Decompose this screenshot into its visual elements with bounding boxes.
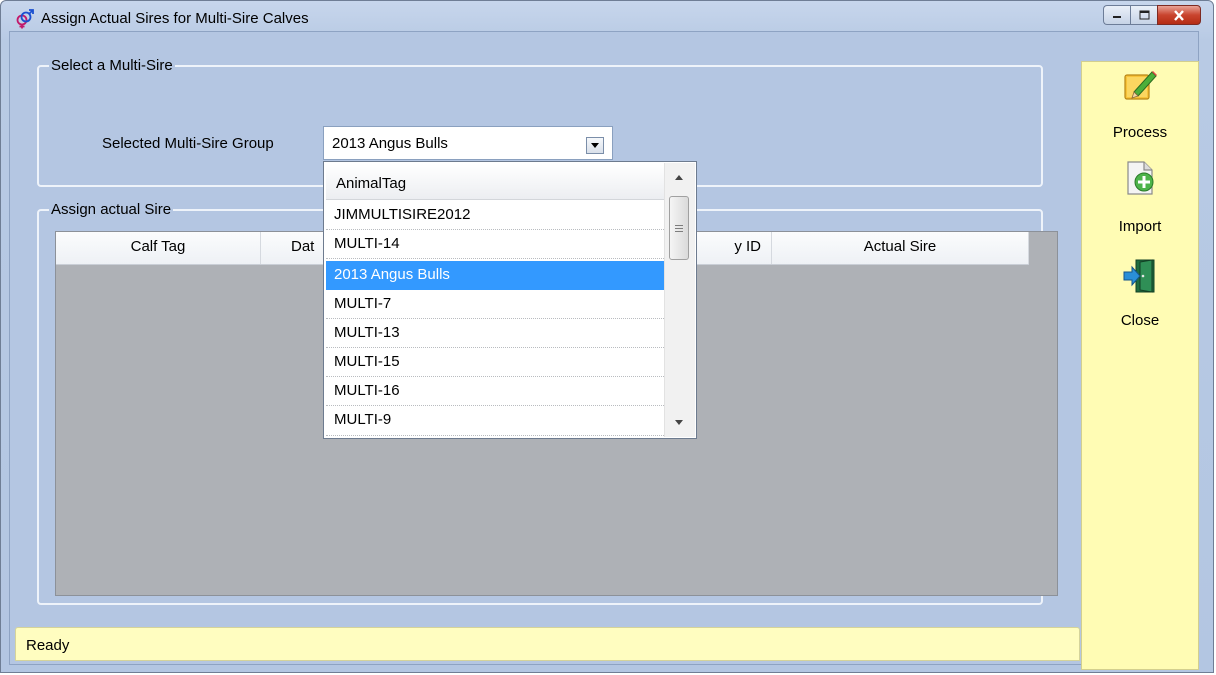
dropdown-item[interactable]: JIMMULTISIRE2012: [326, 201, 664, 230]
close-icon: [1174, 9, 1184, 21]
dropdown-item[interactable]: MULTI-9: [326, 406, 664, 436]
dropdown-item[interactable]: MULTI-7: [326, 290, 664, 319]
column-header-calf-tag[interactable]: Calf Tag: [56, 232, 261, 264]
app-window: Assign Actual Sires for Multi-Sire Calve…: [0, 0, 1214, 673]
add-document-icon: [1127, 161, 1154, 195]
dropdown-column-header: AnimalTag: [326, 164, 664, 200]
pencil-notepad-icon: [1124, 71, 1157, 100]
dropdown-item-label: MULTI-16: [334, 382, 400, 399]
dropdown-header-label: AnimalTag: [336, 175, 407, 192]
multi-sire-dropdown-list[interactable]: AnimalTag JIMMULTISIRE2012 MULTI-14 2013…: [323, 161, 697, 439]
dropdown-scrollbar[interactable]: [664, 163, 695, 437]
close-window-button[interactable]: [1157, 5, 1201, 25]
exit-door-icon: [1123, 259, 1155, 293]
chevron-down-icon: [591, 143, 599, 148]
maximize-icon: [1139, 10, 1149, 20]
multi-sire-group-combo[interactable]: 2013 Angus Bulls: [323, 126, 613, 160]
process-button[interactable]: Process: [1082, 66, 1198, 146]
dropdown-item-label: JIMMULTISIRE2012: [334, 206, 471, 223]
dropdown-item-label: MULTI-9: [334, 411, 392, 428]
group-legend: Select a Multi-Sire: [49, 57, 175, 74]
maximize-button[interactable]: [1130, 5, 1157, 25]
dropdown-item[interactable]: MULTI-15: [326, 348, 664, 377]
import-button[interactable]: Import: [1082, 160, 1198, 240]
combo-dropdown-button[interactable]: [586, 137, 604, 154]
scroll-down-arrow-icon[interactable]: [675, 420, 683, 425]
dropdown-item[interactable]: MULTI-14: [326, 230, 664, 259]
status-bar: Ready: [15, 627, 1080, 661]
scroll-up-arrow-icon[interactable]: [675, 175, 683, 180]
gender-symbol-icon: [16, 9, 34, 29]
combo-selected-value: 2013 Angus Bulls: [332, 135, 448, 152]
dropdown-item-label: MULTI-14: [334, 235, 400, 252]
action-panel: Process Import Close: [1081, 61, 1199, 670]
status-text: Ready: [26, 637, 70, 654]
dropdown-item-label: MULTI-15: [334, 353, 400, 370]
dropdown-item-label: 2013 Angus Bulls: [334, 266, 450, 283]
column-header-actual-sire[interactable]: Actual Sire: [772, 232, 1029, 264]
dropdown-item-label: MULTI-13: [334, 324, 400, 341]
scrollbar-thumb[interactable]: [669, 196, 689, 260]
minimize-icon: [1113, 16, 1121, 18]
window-title: Assign Actual Sires for Multi-Sire Calve…: [41, 10, 309, 27]
group-legend: Assign actual Sire: [49, 201, 174, 218]
close-label: Close: [1120, 312, 1160, 329]
caption-buttons: [1103, 5, 1201, 27]
multi-sire-group-label: Selected Multi-Sire Group: [102, 135, 274, 152]
dropdown-item-label: MULTI-7: [334, 295, 392, 312]
dropdown-item[interactable]: MULTI-16: [326, 377, 664, 406]
import-label: Import: [1118, 218, 1162, 235]
process-label: Process: [1112, 124, 1168, 141]
dropdown-item[interactable]: MULTI-13: [326, 319, 664, 348]
title-bar[interactable]: Assign Actual Sires for Multi-Sire Calve…: [1, 1, 1213, 31]
close-button[interactable]: Close: [1082, 258, 1198, 338]
dropdown-item-selected[interactable]: 2013 Angus Bulls: [326, 261, 664, 290]
minimize-button[interactable]: [1103, 5, 1130, 25]
